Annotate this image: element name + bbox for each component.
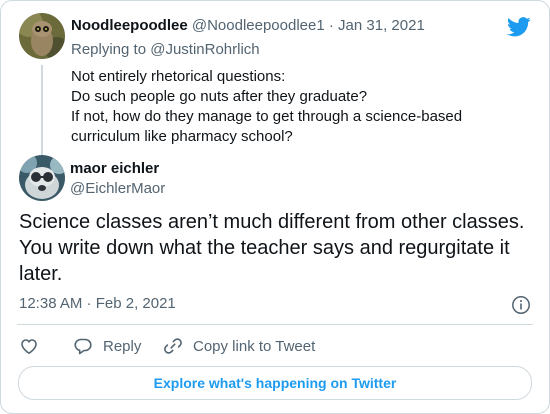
main-avatar[interactable]	[19, 155, 65, 201]
replying-handle-link[interactable]: @JustinRohrlich	[150, 41, 259, 58]
reply-label: Reply	[103, 337, 142, 355]
reply-bubble-icon	[74, 338, 92, 355]
replying-prefix: Replying to	[71, 41, 147, 58]
main-text-line: You write down what the teacher says and…	[19, 237, 510, 259]
embedded-tweet-card: Noodleepoodlee @Noodleepoodlee1 · Jan 31…	[0, 0, 550, 414]
main-text-line: Science classes aren’t much different fr…	[19, 211, 525, 233]
heart-icon	[21, 339, 37, 354]
thread-connector-line	[41, 65, 43, 155]
copy-link-label: Copy link to Tweet	[193, 337, 316, 355]
parent-handle[interactable]: @Noodleepoodlee1	[192, 17, 325, 34]
like-button[interactable]	[19, 335, 39, 357]
twitter-bird-icon[interactable]	[507, 17, 531, 37]
divider	[17, 324, 533, 325]
main-handle[interactable]: @EichlerMaor	[70, 180, 165, 197]
parent-text-line: curriculum like pharmacy school?	[71, 128, 293, 145]
parent-text-line: Not entirely rhetorical questions:	[71, 68, 286, 85]
main-tweet-text: Science classes aren’t much different fr…	[19, 209, 539, 287]
reply-button[interactable]: Reply	[73, 335, 141, 357]
header-separator: ·	[328, 17, 334, 34]
link-icon	[164, 338, 182, 354]
main-text-line: later.	[19, 263, 63, 285]
parent-avatar[interactable]	[19, 13, 65, 59]
main-display-name[interactable]: maor eichler	[70, 160, 159, 177]
parent-header: Noodleepoodlee @Noodleepoodlee1 · Jan 31…	[71, 17, 425, 35]
info-icon[interactable]	[511, 295, 531, 315]
explore-twitter-button[interactable]: Explore what's happening on Twitter	[18, 366, 532, 400]
parent-date[interactable]: Jan 31, 2021	[338, 17, 425, 34]
copy-link-button[interactable]: Copy link to Tweet	[163, 335, 315, 357]
parent-display-name[interactable]: Noodleepoodlee	[71, 17, 188, 34]
replying-to-line: Replying to @JustinRohrlich	[71, 41, 260, 58]
parent-text-line: Do such people go nuts after they gradua…	[71, 88, 368, 105]
parent-text-line: If not, how do they manage to get throug…	[71, 108, 463, 125]
parent-tweet-text: Not entirely rhetorical questions: Do su…	[71, 67, 511, 147]
tweet-actions: Reply Copy link to Tweet	[19, 335, 531, 357]
tweet-timestamp[interactable]: 12:38 AM · Feb 2, 2021	[19, 295, 176, 312]
